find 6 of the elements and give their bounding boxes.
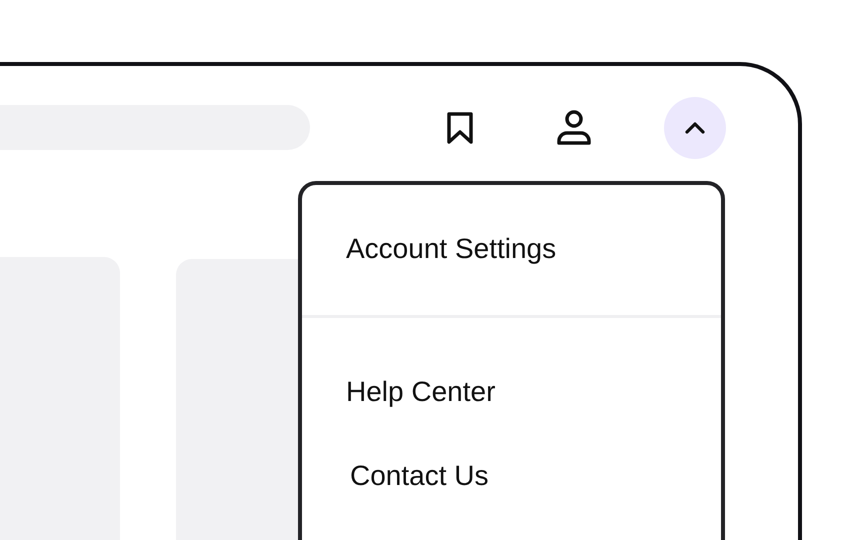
menu-item[interactable]: Help Center <box>346 376 721 408</box>
user-icon[interactable] <box>557 110 591 146</box>
menu-item[interactable]: Account Settings <box>346 233 721 265</box>
chevron-icon <box>685 120 705 134</box>
menu-item[interactable]: Contact Us <box>346 460 721 492</box>
bookmark-icon[interactable] <box>446 110 474 144</box>
